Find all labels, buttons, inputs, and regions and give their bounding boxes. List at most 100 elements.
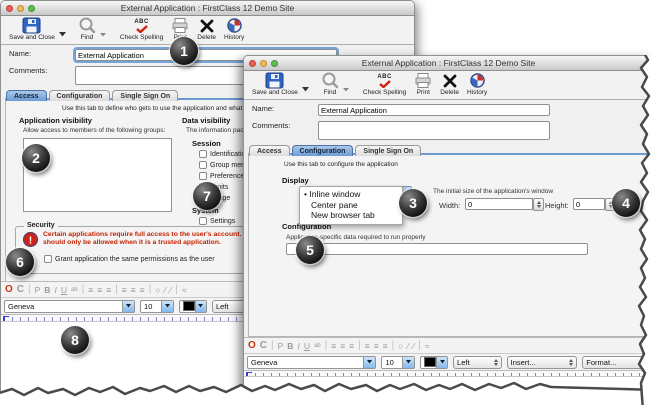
abbreviation-button[interactable]: ab bbox=[314, 343, 321, 349]
plain-button[interactable]: P bbox=[278, 341, 284, 351]
screenshot: External Application : FirstClass 12 Dem… bbox=[0, 0, 654, 405]
align-popup[interactable]: Left bbox=[453, 356, 502, 369]
height-input[interactable] bbox=[573, 198, 605, 210]
chevron-down-icon[interactable] bbox=[363, 357, 375, 368]
tab-configuration[interactable]: Configuration bbox=[292, 145, 354, 156]
checkbox[interactable] bbox=[199, 172, 207, 180]
find-dropdown-caret[interactable] bbox=[343, 79, 349, 97]
find-dropdown-caret[interactable] bbox=[100, 24, 106, 42]
font-color-combo[interactable] bbox=[179, 300, 207, 313]
print-button[interactable]: Print bbox=[410, 72, 436, 96]
indent-left-icon[interactable]: ≡ bbox=[88, 285, 93, 295]
back-titlebar[interactable]: External Application : FirstClass 12 Dem… bbox=[1, 1, 414, 16]
align-center-icon[interactable]: ≡ bbox=[131, 285, 136, 295]
width-stepper[interactable] bbox=[533, 198, 544, 211]
configuration-input[interactable] bbox=[286, 243, 588, 255]
find-button[interactable]: Find bbox=[317, 72, 343, 96]
font-color-combo[interactable] bbox=[420, 356, 448, 369]
align-left-icon[interactable]: ≡ bbox=[122, 285, 127, 295]
grant-permissions-checkbox[interactable]: Grant application the same permissions a… bbox=[44, 255, 215, 263]
width-field-group bbox=[465, 198, 544, 211]
pen-icon[interactable]: ∕ bbox=[164, 285, 165, 295]
save-dropdown-caret[interactable] bbox=[302, 79, 309, 97]
width-input[interactable] bbox=[465, 198, 533, 210]
find-button[interactable]: Find bbox=[74, 17, 100, 41]
save-and-close-button[interactable]: Save and Close bbox=[248, 72, 302, 96]
align-right-icon[interactable]: ≡ bbox=[140, 285, 145, 295]
checkbox[interactable] bbox=[199, 217, 207, 225]
tab-single-sign-on[interactable]: Single Sign On bbox=[112, 90, 178, 101]
undo-icon[interactable]: O bbox=[248, 340, 256, 351]
bold-button[interactable]: B bbox=[287, 341, 293, 351]
plain-button[interactable]: P bbox=[35, 285, 41, 295]
name-input[interactable] bbox=[318, 104, 550, 116]
font-combo[interactable]: Geneva bbox=[4, 300, 135, 313]
shape-circle-icon[interactable]: ○ bbox=[398, 341, 403, 351]
history-button[interactable]: History bbox=[220, 17, 248, 41]
underline-button[interactable]: U bbox=[61, 285, 67, 295]
tab-single-sign-on[interactable]: Single Sign On bbox=[355, 145, 421, 156]
bold-button[interactable]: B bbox=[44, 285, 50, 295]
data-visibility-title: Data visibility bbox=[182, 116, 230, 125]
save-dropdown-caret[interactable] bbox=[59, 24, 66, 42]
indent-right-icon[interactable]: ≡ bbox=[340, 341, 345, 351]
link-icon[interactable]: ≈ bbox=[425, 341, 430, 351]
chevron-down-icon[interactable] bbox=[195, 301, 206, 312]
italic-button[interactable]: I bbox=[297, 341, 299, 351]
checkbox[interactable] bbox=[199, 161, 207, 169]
italic-button[interactable]: I bbox=[54, 285, 56, 295]
delete-button[interactable]: Delete bbox=[436, 72, 463, 96]
indent-left-icon[interactable]: ≡ bbox=[331, 341, 336, 351]
checkbox[interactable] bbox=[44, 255, 52, 263]
spellcheck-icon: ABC bbox=[134, 17, 149, 34]
redo-icon[interactable]: C bbox=[17, 284, 24, 295]
checkbox-settings[interactable]: Settings bbox=[199, 217, 235, 225]
underline-button[interactable]: U bbox=[304, 341, 310, 351]
popup-item-inline-window[interactable]: • Inline window bbox=[304, 189, 396, 200]
callout-badge-2: 2 bbox=[22, 144, 50, 172]
chevron-down-icon[interactable] bbox=[161, 301, 173, 312]
chevron-down-icon[interactable] bbox=[402, 357, 414, 368]
tab-access[interactable]: Access bbox=[6, 90, 47, 101]
popup-item-new-browser-tab[interactable]: New browser tab bbox=[304, 210, 396, 221]
delete-button[interactable]: Delete bbox=[193, 17, 220, 41]
link-icon[interactable]: ≈ bbox=[182, 285, 187, 295]
font-combo[interactable]: Geneva bbox=[247, 356, 376, 369]
redo-icon[interactable]: C bbox=[260, 340, 267, 351]
checkbox-preferences[interactable]: Preferences bbox=[199, 172, 248, 180]
check-spelling-button[interactable]: ABC Check Spelling bbox=[116, 17, 167, 41]
font-size-combo[interactable]: 10 bbox=[381, 356, 415, 369]
font-size-combo[interactable]: 10 bbox=[140, 300, 174, 313]
align-right-icon[interactable]: ≡ bbox=[383, 341, 388, 351]
checkbox-identification[interactable]: Identification bbox=[199, 150, 249, 158]
pen-icon[interactable]: ∕ bbox=[407, 341, 408, 351]
front-tab-bar: Access Configuration Single Sign On bbox=[244, 142, 653, 156]
history-button[interactable]: History bbox=[463, 72, 491, 96]
insert-popup[interactable]: Insert... bbox=[507, 356, 578, 369]
list-icon[interactable]: ≡ bbox=[349, 341, 354, 351]
window-title: External Application : FirstClass 12 Dem… bbox=[1, 3, 414, 13]
color-swatch bbox=[424, 357, 436, 367]
tab-access[interactable]: Access bbox=[249, 145, 290, 156]
shape-circle-icon[interactable]: ○ bbox=[155, 285, 160, 295]
abbreviation-button[interactable]: ab bbox=[71, 287, 78, 293]
pencil-icon[interactable]: ∕ bbox=[170, 285, 171, 295]
list-icon[interactable]: ≡ bbox=[106, 285, 111, 295]
chevron-down-icon[interactable] bbox=[122, 301, 134, 312]
save-and-close-button[interactable]: Save and Close bbox=[5, 17, 59, 41]
front-edit-area[interactable] bbox=[244, 376, 653, 401]
check-spelling-button[interactable]: ABC Check Spelling bbox=[359, 72, 410, 96]
popup-item-center-pane[interactable]: Center pane bbox=[304, 200, 396, 211]
front-titlebar[interactable]: External Application : FirstClass 12 Dem… bbox=[244, 56, 653, 71]
checkbox[interactable] bbox=[199, 150, 207, 158]
format-popup[interactable]: Format... bbox=[582, 356, 653, 369]
comments-input[interactable] bbox=[318, 121, 550, 140]
delete-x-icon bbox=[443, 72, 457, 89]
pencil-icon[interactable]: ∕ bbox=[413, 341, 414, 351]
align-left-icon[interactable]: ≡ bbox=[365, 341, 370, 351]
chevron-down-icon[interactable] bbox=[436, 357, 447, 368]
indent-right-icon[interactable]: ≡ bbox=[97, 285, 102, 295]
align-center-icon[interactable]: ≡ bbox=[374, 341, 379, 351]
tab-configuration[interactable]: Configuration bbox=[49, 90, 111, 101]
undo-icon[interactable]: O bbox=[5, 284, 13, 295]
